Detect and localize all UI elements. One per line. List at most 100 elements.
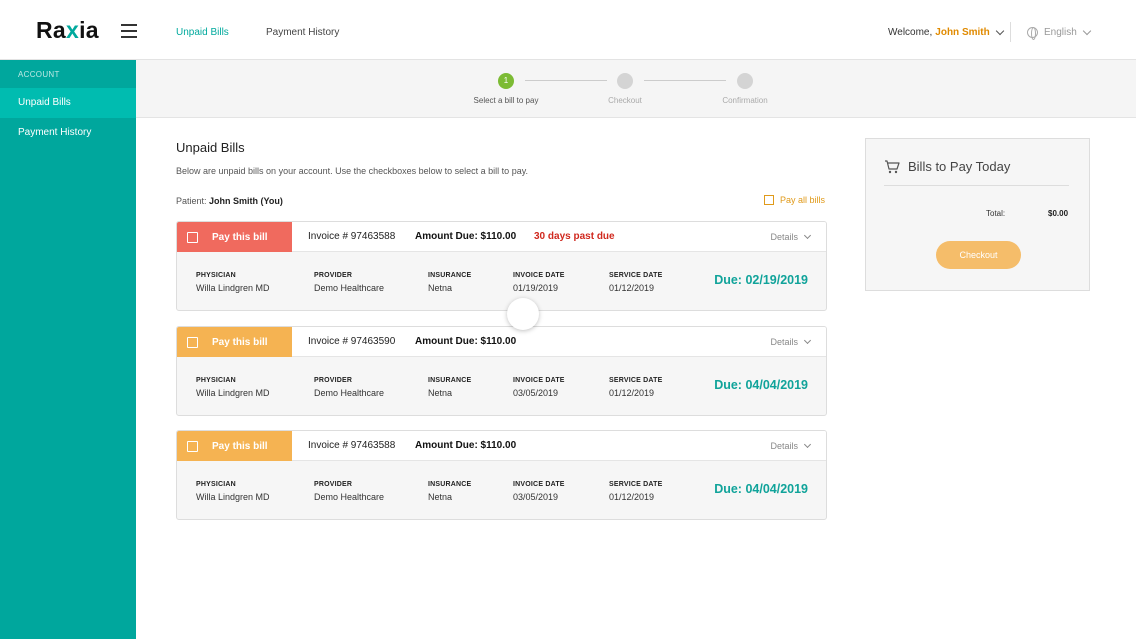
service-date-value: 01/12/2019 [609, 492, 655, 502]
pay-this-bill-checkbox[interactable]: Pay this bill [177, 222, 292, 252]
loading-indicator [507, 298, 539, 330]
page-title: Unpaid Bills [176, 140, 245, 155]
panel-divider [884, 185, 1069, 186]
user-name: John Smith [935, 27, 990, 38]
due-date: Due: 02/19/2019 [714, 273, 808, 287]
hamburger-menu-icon[interactable] [121, 24, 137, 38]
invoice-date-value: 03/05/2019 [513, 492, 559, 502]
provider-column: PROVIDER Demo Healthcare [314, 481, 384, 502]
step-1-label: Select a bill to pay [473, 96, 539, 105]
service-date-column: SERVICE DATE 01/12/2019 [609, 377, 663, 398]
step-2-label: Checkout [608, 96, 642, 105]
welcome-label: Welcome, [888, 27, 933, 38]
step-3-indicator [737, 73, 753, 89]
checkout-stepper: 1 Select a bill to pay Checkout Confirma… [136, 60, 1136, 118]
nav-unpaid-bills[interactable]: Unpaid Bills [176, 27, 229, 38]
checkbox-icon [187, 231, 198, 243]
globe-icon [1027, 27, 1038, 40]
insurance-value: Netna [428, 492, 453, 502]
service-date-value: 01/12/2019 [609, 283, 655, 293]
step-3-label: Confirmation [722, 96, 768, 105]
insurance-column: INSURANCE Netna [428, 481, 471, 502]
pay-bill-label: Pay this bill [212, 231, 268, 243]
step-2-indicator [617, 73, 633, 89]
page-description: Below are unpaid bills on your account. … [176, 166, 529, 176]
shopping-cart-icon [885, 159, 900, 173]
header-divider [1010, 22, 1011, 42]
checkbox-icon [187, 440, 198, 452]
nav-payment-history[interactable]: Payment History [266, 27, 339, 38]
provider-value: Demo Healthcare [314, 283, 385, 293]
pay-bill-label: Pay this bill [212, 440, 268, 452]
insurance-label: INSURANCE [428, 272, 472, 279]
service-date-label: SERVICE DATE [609, 377, 663, 384]
insurance-label: INSURANCE [428, 481, 472, 488]
physician-value: Willa Lindgren MD [196, 388, 270, 398]
pay-this-bill-checkbox[interactable]: Pay this bill [177, 431, 292, 461]
provider-label: PROVIDER [314, 272, 353, 279]
bill-header: Pay this bill Invoice # 97463588 Amount … [177, 222, 826, 252]
invoice-date-column: INVOICE DATE 03/05/2019 [513, 377, 565, 398]
chevron-down-icon [803, 231, 812, 239]
chevron-down-icon [803, 336, 812, 344]
panel-header: Bills to Pay Today [884, 159, 1010, 174]
physician-value: Willa Lindgren MD [196, 283, 270, 293]
bill-card: Pay this bill Invoice # 97463588 Amount … [176, 430, 827, 520]
physician-label: PHYSICIAN [196, 377, 236, 384]
logo-suffix: ia [79, 17, 99, 43]
bill-card: Pay this bill Invoice # 97463588 Amount … [176, 221, 827, 311]
details-toggle[interactable]: Details [770, 440, 812, 451]
provider-label: PROVIDER [314, 481, 353, 488]
sidebar-item-unpaid-bills[interactable]: Unpaid Bills [0, 88, 136, 118]
provider-label: PROVIDER [314, 377, 353, 384]
language-label: English [1044, 27, 1077, 38]
bill-header: Pay this bill Invoice # 97463590 Amount … [177, 327, 826, 357]
provider-value: Demo Healthcare [314, 388, 385, 398]
total-label: Total: [986, 209, 1006, 218]
amount-due: Amount Due: $110.00 [415, 231, 517, 242]
logo-prefix: Ra [36, 17, 67, 43]
bill-card: Pay this bill Invoice # 97463590 Amount … [176, 326, 827, 416]
details-toggle[interactable]: Details [770, 336, 812, 347]
invoice-number: Invoice # 97463588 [308, 440, 396, 451]
logo-accent: x [66, 17, 80, 43]
raxia-logo[interactable]: Raxia [36, 17, 99, 44]
invoice-number: Invoice # 97463588 [308, 231, 396, 242]
pay-all-label: Pay all bills [780, 195, 826, 205]
insurance-column: INSURANCE Netna [428, 272, 471, 293]
pay-bill-label: Pay this bill [212, 336, 268, 348]
checkbox-icon [187, 336, 198, 348]
chevron-down-icon [995, 26, 1004, 35]
bills-to-pay-panel: Bills to Pay Today Total: $0.00 Checkout [865, 138, 1090, 291]
physician-value: Willa Lindgren MD [196, 492, 270, 502]
details-label: Details [770, 337, 798, 347]
details-toggle[interactable]: Details [770, 231, 812, 242]
insurance-value: Netna [428, 283, 453, 293]
checkout-button[interactable]: Checkout [936, 241, 1021, 269]
physician-label: PHYSICIAN [196, 272, 236, 279]
service-date-label: SERVICE DATE [609, 481, 663, 488]
physician-label: PHYSICIAN [196, 481, 236, 488]
insurance-column: INSURANCE Netna [428, 377, 471, 398]
details-label: Details [770, 441, 798, 451]
top-header: Raxia Unpaid Bills Payment History Welco… [0, 0, 1136, 60]
invoice-number: Invoice # 97463590 [308, 336, 396, 347]
amount-due: Amount Due: $110.00 [415, 336, 517, 347]
invoice-date-column: INVOICE DATE 01/19/2019 [513, 272, 565, 293]
patient-label: Patient: [176, 196, 207, 206]
pay-all-bills-checkbox[interactable]: Pay all bills [764, 195, 825, 205]
pay-this-bill-checkbox[interactable]: Pay this bill [177, 327, 292, 357]
user-menu[interactable]: Welcome, John Smith [888, 26, 1004, 38]
invoice-date-value: 03/05/2019 [513, 388, 559, 398]
step-connector [525, 80, 607, 81]
insurance-value: Netna [428, 388, 453, 398]
invoice-date-value: 01/19/2019 [513, 283, 559, 293]
sidebar-item-payment-history[interactable]: Payment History [0, 118, 136, 148]
total-value: $0.00 [1048, 209, 1069, 218]
patient-line: Patient: John Smith (You) [176, 196, 283, 206]
language-selector[interactable]: English [1027, 26, 1092, 40]
provider-column: PROVIDER Demo Healthcare [314, 377, 384, 398]
patient-name: John Smith (You) [209, 196, 283, 206]
provider-value: Demo Healthcare [314, 492, 385, 502]
amount-due: Amount Due: $110.00 [415, 440, 517, 451]
